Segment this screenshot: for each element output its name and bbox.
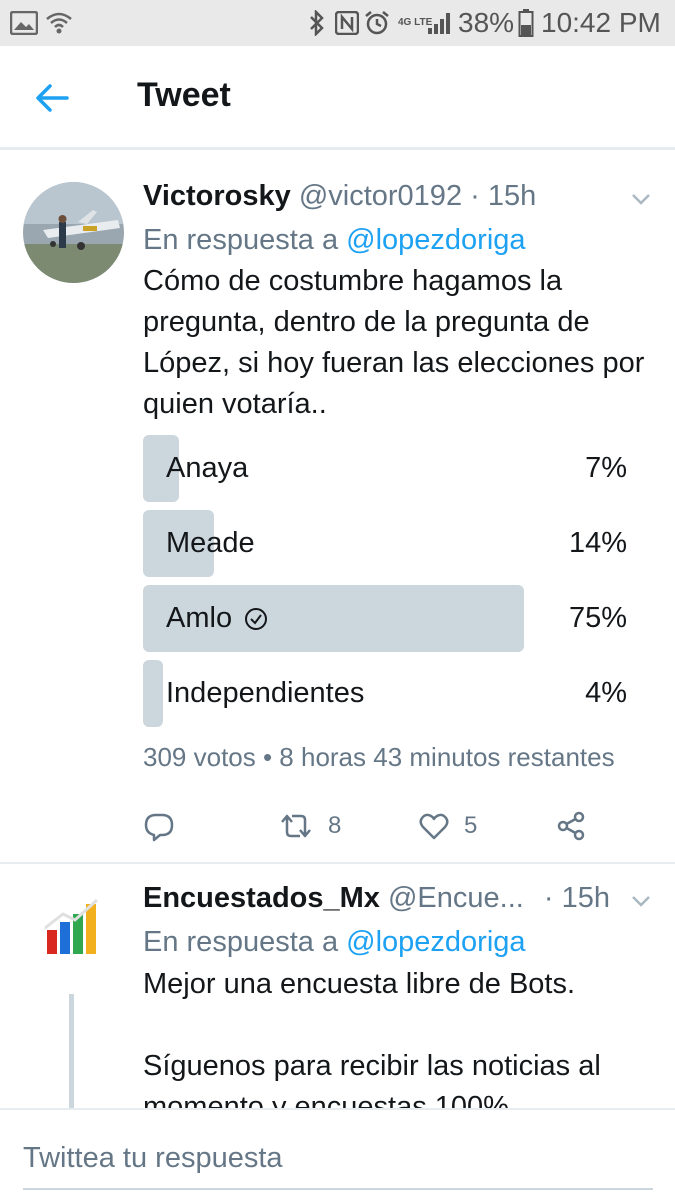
retweet-button[interactable]: 8 — [278, 808, 341, 844]
signal-icon — [426, 0, 454, 46]
tweet-time: 15h — [561, 882, 611, 914]
reply-icon — [143, 810, 175, 842]
tweet-time: 15h — [487, 180, 537, 212]
check-circle-icon — [244, 607, 268, 631]
like-button[interactable]: 5 — [418, 808, 477, 844]
dot-separator: · — [470, 180, 480, 212]
gallery-icon — [10, 0, 38, 46]
battery-icon — [518, 0, 534, 46]
chevron-down-icon[interactable] — [629, 187, 653, 211]
chevron-down-icon[interactable] — [629, 889, 653, 913]
reply-mention-link[interactable]: @lopezdoriga — [346, 224, 525, 256]
reply-mention-link[interactable]: @lopezdoriga — [346, 926, 525, 958]
dot-separator: · — [543, 882, 554, 914]
tweet-text: Mejor una encuesta libre de Bots. — [143, 968, 576, 1000]
reply-composer: Twittea tu respuesta — [0, 1108, 675, 1200]
tweet-card[interactable]: Victorosky @victor0192 · 15h En respuest… — [0, 156, 675, 862]
poll-option-label: Amlo — [166, 602, 233, 634]
user-handle[interactable]: @Encue... — [388, 882, 524, 914]
poll-option-percent: 14% — [568, 527, 627, 559]
status-bar: 4G LTE 38% 10:42 PM — [0, 0, 675, 46]
tweet-header: Victorosky @victor0192 · 15h — [143, 180, 536, 213]
poll-option: Meade 14% — [143, 510, 627, 577]
retweet-icon — [278, 810, 314, 842]
back-arrow-icon[interactable] — [33, 78, 73, 118]
clock-time: 10:42 PM — [541, 7, 661, 38]
poll-option-winner: Amlo — [166, 585, 268, 652]
user-handle[interactable]: @victor0192 — [299, 180, 462, 212]
poll-bar — [143, 660, 164, 727]
tweet-text: Síguenos para recibir las noticias al mo… — [143, 1050, 601, 1108]
reply-input[interactable]: Twittea tu respuesta — [23, 1128, 653, 1190]
reply-prefix: En respuesta a — [143, 926, 339, 958]
poll-option: Amlo 75% — [143, 585, 627, 652]
tweet-text: Cómo de costumbre hagamos la pregunta, d… — [143, 265, 645, 420]
tweet-card[interactable]: Encuestados_Mx @Encue... · 15h En respue… — [0, 864, 675, 1108]
poll-meta: 309 votos • 8 horas 43 minutos restantes — [143, 742, 615, 772]
avatar[interactable] — [23, 182, 124, 283]
wifi-icon — [46, 0, 72, 46]
page-title: Tweet — [137, 76, 231, 114]
retweet-count: 8 — [328, 812, 342, 839]
reply-button[interactable] — [143, 808, 175, 844]
poll-option-percent: 75% — [568, 602, 627, 634]
tweet-header: Encuestados_Mx @Encue... · 15h — [143, 882, 610, 915]
reply-prefix: En respuesta a — [143, 224, 339, 256]
share-icon — [555, 810, 587, 842]
poll-option-label: Independientes — [166, 677, 365, 709]
avatar[interactable] — [23, 884, 124, 985]
poll-option-percent: 4% — [585, 677, 627, 709]
display-name[interactable]: Victorosky — [143, 180, 291, 212]
share-button[interactable] — [555, 808, 587, 844]
tweet-actions: 8 5 — [143, 808, 643, 844]
heart-icon — [418, 810, 450, 842]
poll-option: Anaya 7% — [143, 435, 627, 502]
reply-context: En respuesta a @lopezdoriga — [143, 224, 526, 257]
thread-line — [69, 994, 74, 1114]
nfc-icon — [335, 0, 359, 46]
alarm-icon — [364, 0, 390, 46]
reply-context: En respuesta a @lopezdoriga — [143, 926, 526, 959]
poll-option: Independientes 4% — [143, 660, 627, 727]
poll-option-label: Anaya — [166, 452, 249, 484]
display-name[interactable]: Encuestados_Mx — [143, 882, 380, 914]
battery-percent: 38% — [458, 7, 515, 38]
like-count: 5 — [464, 812, 478, 839]
poll-option-percent: 7% — [585, 452, 627, 484]
top-app-bar: Tweet — [0, 46, 675, 150]
poll-option-label: Meade — [166, 527, 255, 559]
bluetooth-icon — [308, 0, 326, 46]
